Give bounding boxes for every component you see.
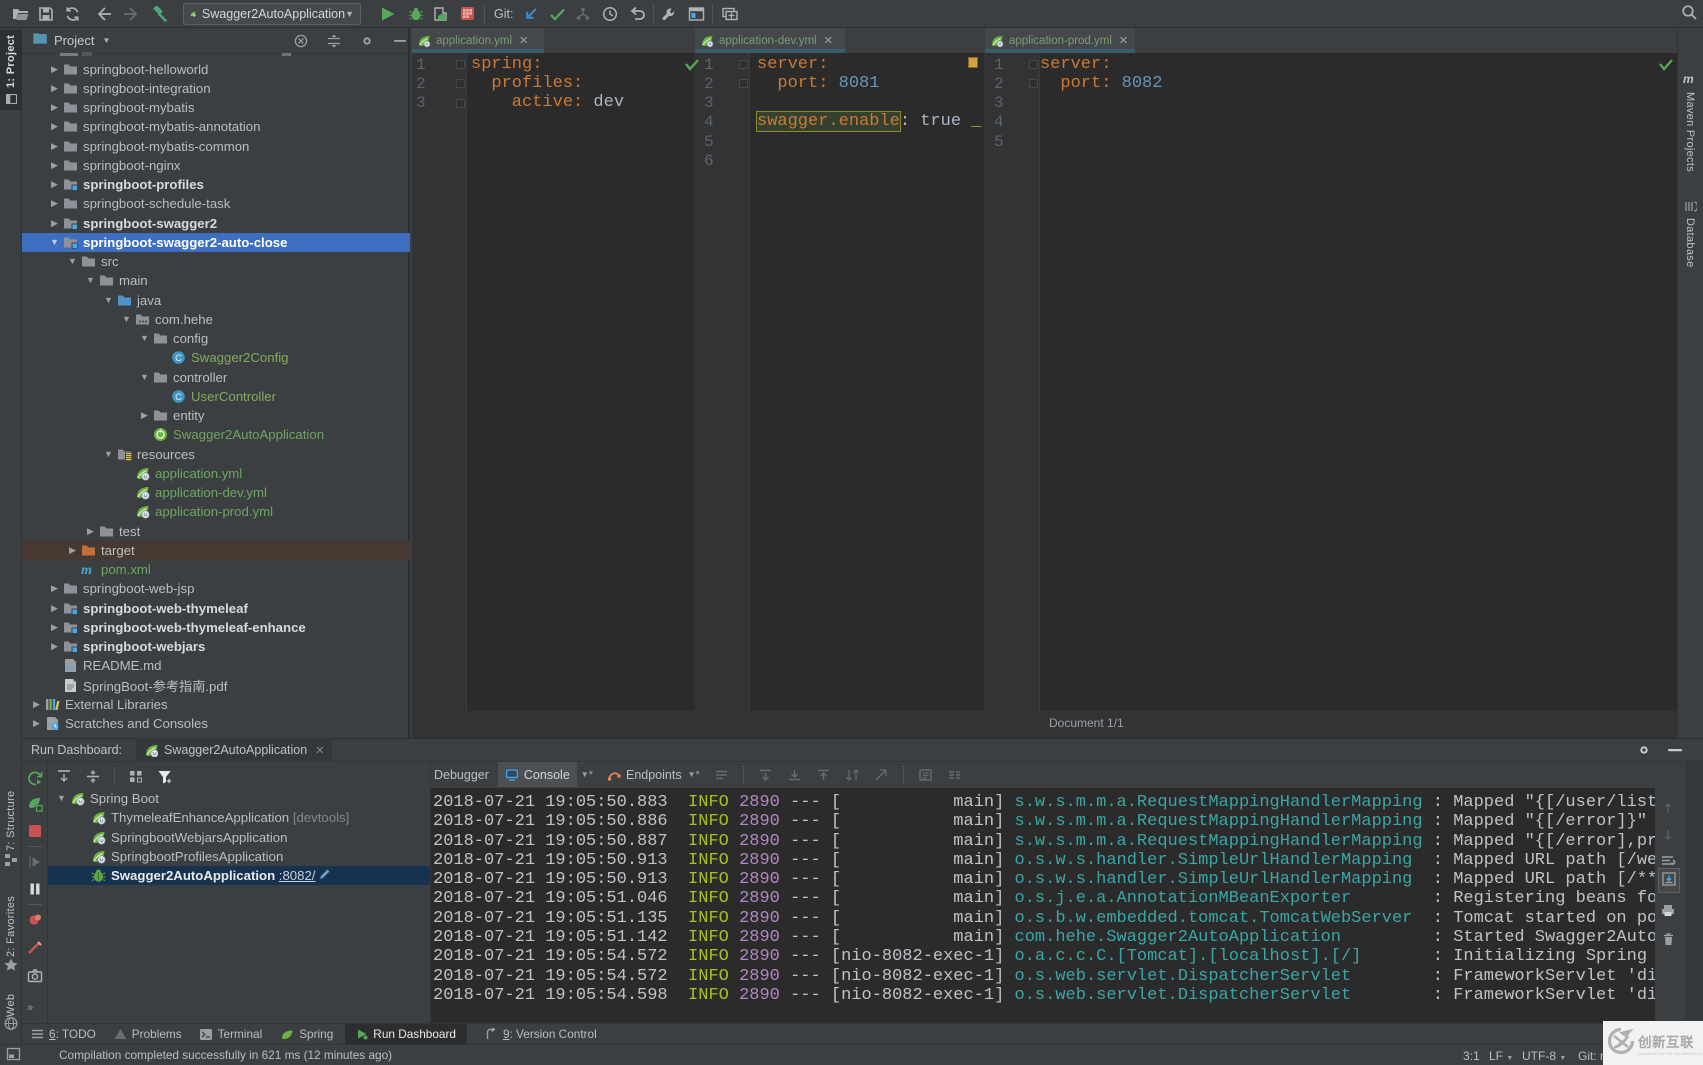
svg-text:C: C	[175, 392, 182, 403]
svg-text:C: C	[175, 353, 182, 364]
